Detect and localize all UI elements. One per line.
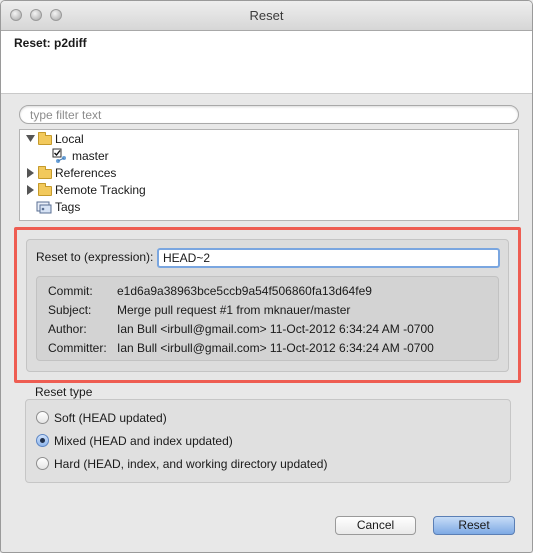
tree-item-label: Remote Tracking bbox=[55, 183, 146, 197]
tree-item-local[interactable]: Local bbox=[26, 131, 226, 147]
collapsed-arrow-icon[interactable] bbox=[27, 185, 35, 195]
tags-icon bbox=[36, 201, 52, 214]
radio-label: Mixed (HEAD and index updated) bbox=[54, 434, 233, 448]
reset-target-group: Reset to (expression): HEAD~2 Commit: e1… bbox=[26, 239, 509, 372]
window-title: Reset bbox=[249, 8, 284, 23]
radio-unchecked-icon[interactable] bbox=[36, 457, 49, 471]
committer-label: Committer: bbox=[48, 341, 107, 355]
title-bar: Reset bbox=[1, 1, 532, 31]
commit-committer: Ian Bull <irbull@gmail.com> 11-Oct-2012 … bbox=[117, 341, 434, 355]
radio-soft[interactable]: Soft (HEAD updated) bbox=[36, 410, 167, 426]
commit-author: Ian Bull <irbull@gmail.com> 11-Oct-2012 … bbox=[117, 322, 434, 336]
tree-item-remote-tracking[interactable]: Remote Tracking bbox=[26, 182, 246, 198]
cancel-button[interactable]: Cancel bbox=[335, 516, 416, 535]
radio-unchecked-icon[interactable] bbox=[36, 411, 49, 425]
filter-input[interactable]: type filter text bbox=[19, 105, 519, 124]
expression-input[interactable]: HEAD~2 bbox=[157, 248, 500, 268]
branch-checked-icon bbox=[52, 148, 66, 163]
reset-type-label: Reset type bbox=[35, 385, 93, 399]
ref-tree: Local master References Remote Tracking bbox=[19, 129, 519, 221]
collapsed-arrow-icon[interactable] bbox=[27, 168, 35, 178]
subject-label: Subject: bbox=[48, 303, 92, 317]
author-label: Author: bbox=[48, 322, 87, 336]
radio-label: Hard (HEAD, index, and working directory… bbox=[54, 457, 328, 471]
dialog-title: Reset: p2diff bbox=[14, 36, 87, 50]
dialog-header: Reset: p2diff bbox=[1, 31, 532, 94]
radio-label: Soft (HEAD updated) bbox=[54, 411, 167, 425]
highlight-box: Reset to (expression): HEAD~2 Commit: e1… bbox=[14, 227, 521, 383]
radio-checked-icon[interactable] bbox=[36, 434, 49, 448]
tree-item-tags[interactable]: Tags bbox=[36, 199, 236, 215]
tree-item-label: Tags bbox=[55, 200, 81, 214]
folder-icon bbox=[38, 132, 52, 145]
expression-label: Reset to (expression): bbox=[36, 250, 154, 264]
expanded-arrow-icon[interactable] bbox=[26, 135, 35, 143]
commit-label: Commit: bbox=[48, 284, 93, 298]
tree-item-label: References bbox=[55, 166, 117, 180]
folder-icon bbox=[38, 166, 52, 179]
tree-item-master[interactable]: master bbox=[52, 148, 252, 164]
radio-mixed[interactable]: Mixed (HEAD and index updated) bbox=[36, 433, 233, 449]
reset-button[interactable]: Reset bbox=[433, 516, 515, 535]
reset-type-group: Soft (HEAD updated) Mixed (HEAD and inde… bbox=[25, 399, 511, 483]
commit-subject: Merge pull request #1 from mknauer/maste… bbox=[117, 303, 351, 317]
tree-item-references[interactable]: References bbox=[26, 165, 226, 181]
tree-item-label: Local bbox=[55, 132, 84, 146]
tree-item-label: master bbox=[72, 149, 109, 163]
commit-id: e1d6a9a38963bce5ccb9a54f506860fa13d64fe9 bbox=[117, 284, 372, 298]
commit-details: Commit: e1d6a9a38963bce5ccb9a54f506860fa… bbox=[36, 276, 499, 361]
reset-dialog: Reset Reset: p2diff type filter text Loc… bbox=[0, 0, 533, 553]
radio-hard[interactable]: Hard (HEAD, index, and working directory… bbox=[36, 456, 327, 472]
folder-icon bbox=[38, 183, 52, 196]
